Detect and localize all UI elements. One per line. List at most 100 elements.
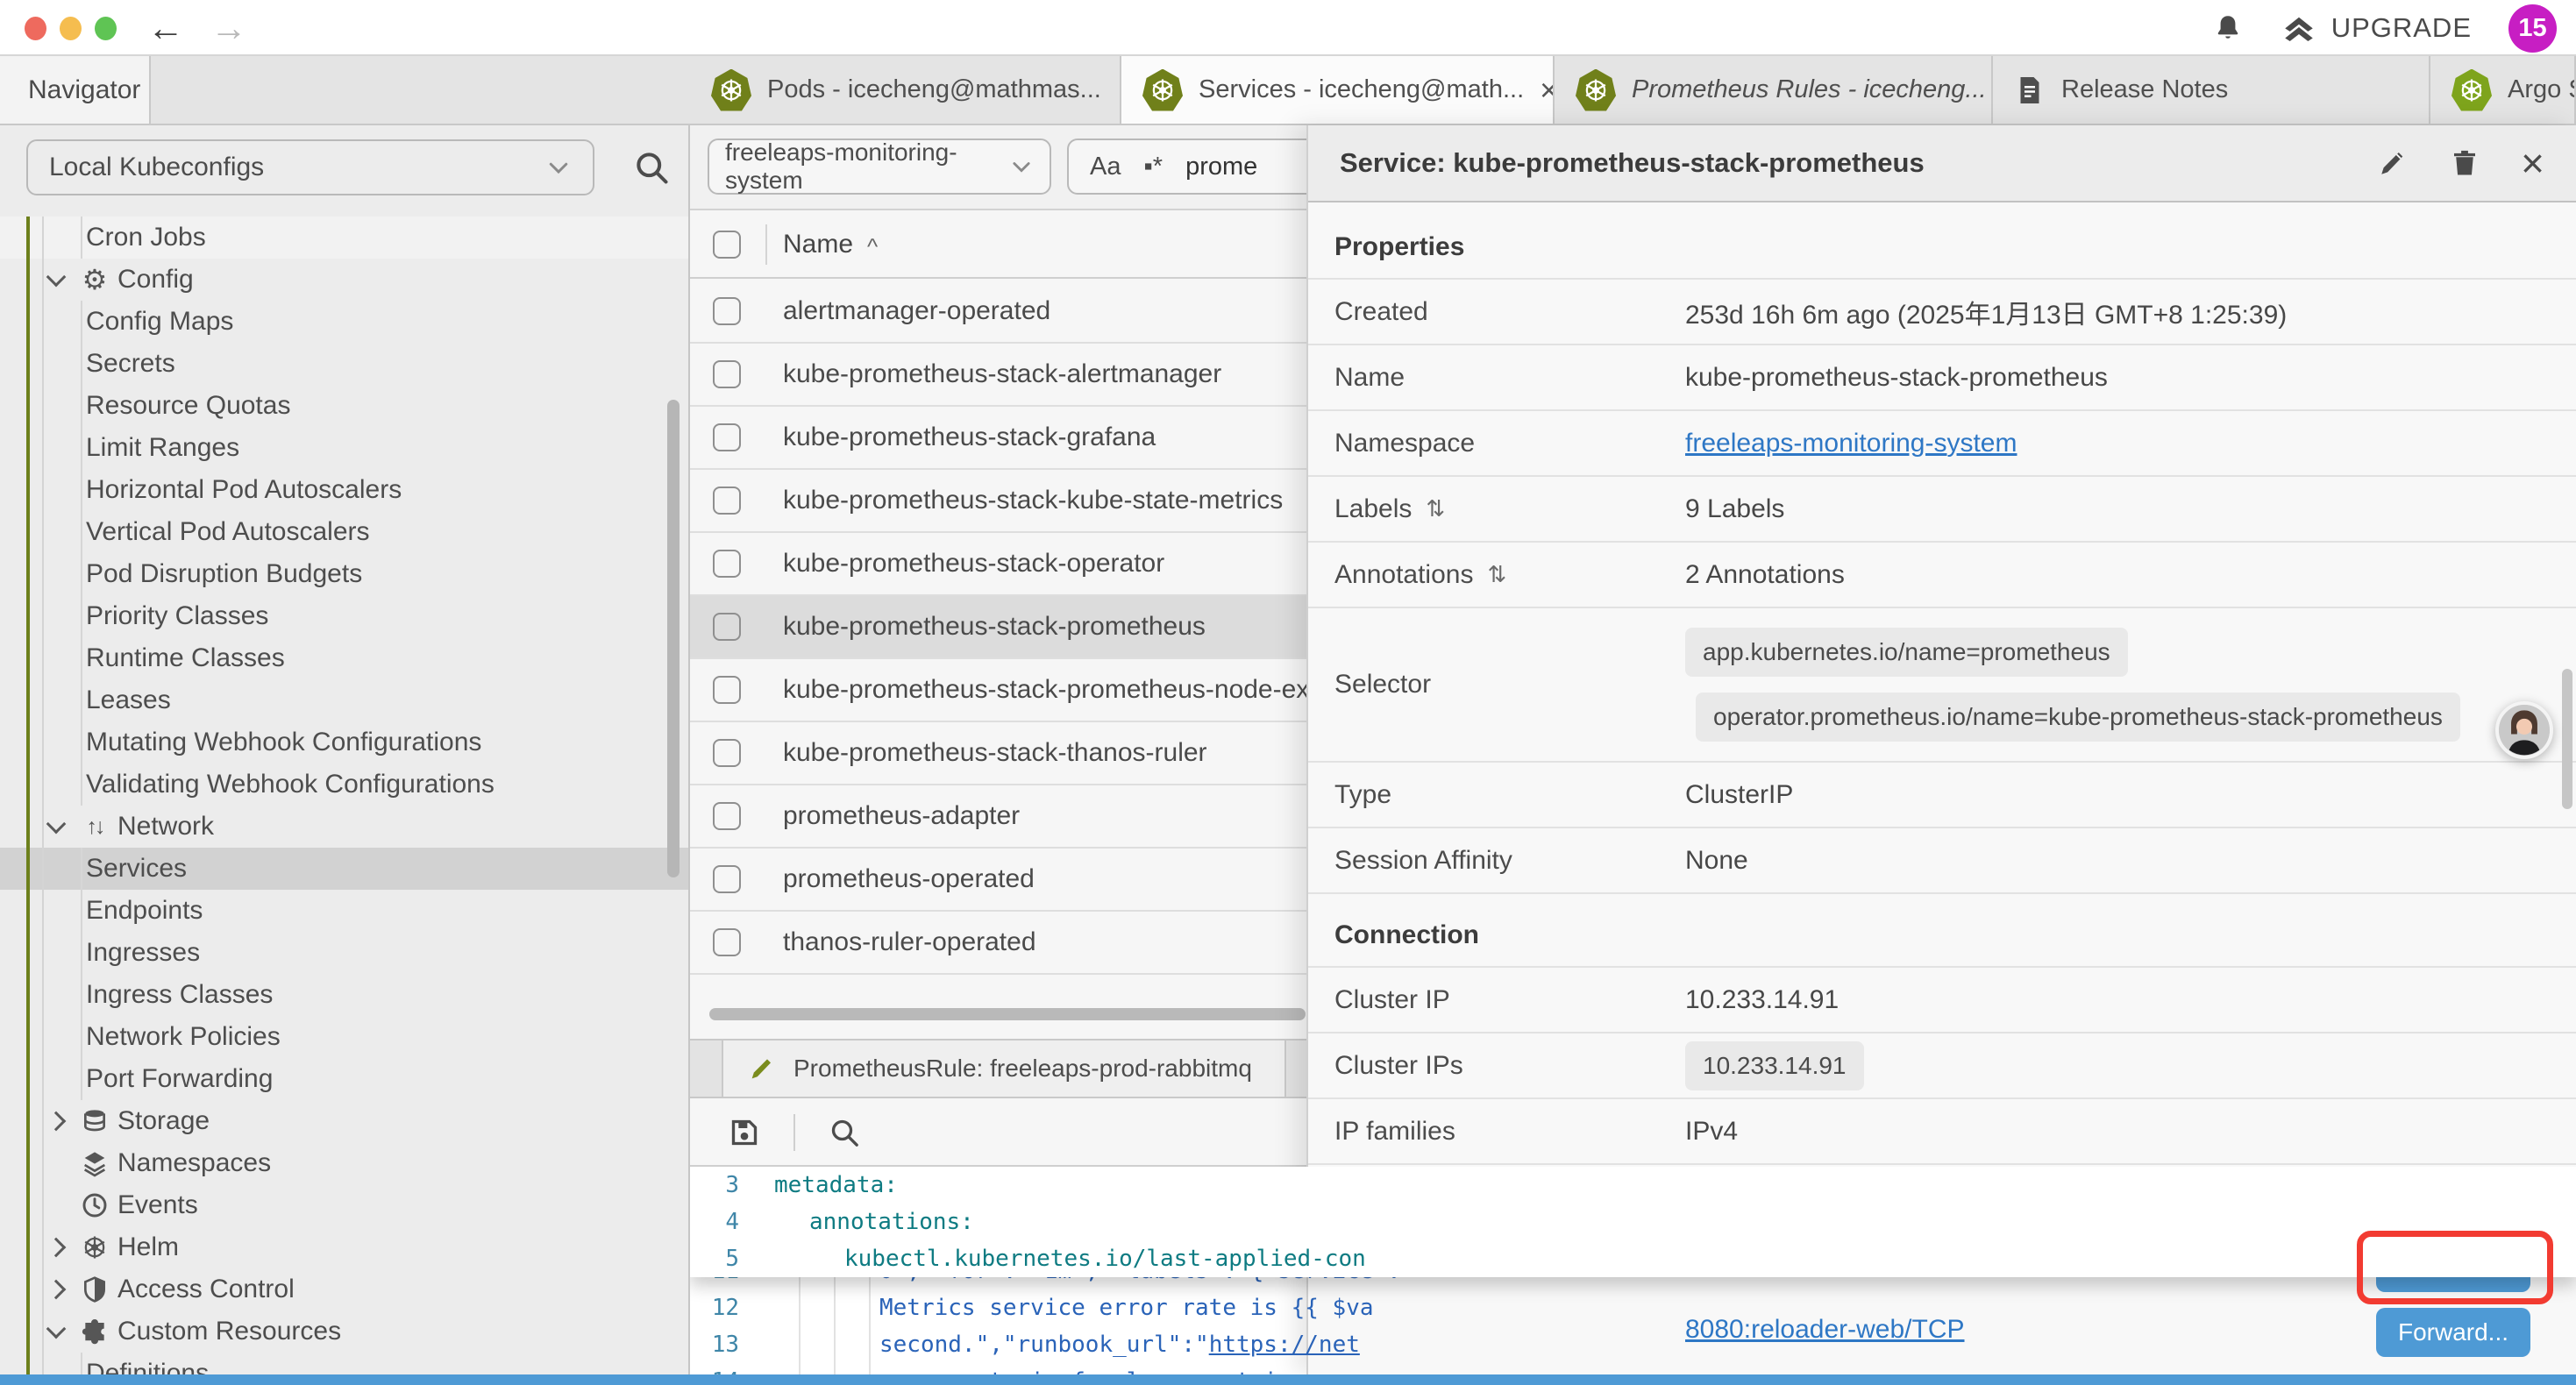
sidebar-item-access-control[interactable]: Access Control xyxy=(0,1268,688,1310)
sidebar-item-network-policies[interactable]: Network Policies xyxy=(0,1016,688,1058)
sidebar-item-priority-classes[interactable]: Priority Classes xyxy=(0,595,688,637)
save-icon[interactable] xyxy=(727,1115,762,1150)
panel-scrollbar[interactable] xyxy=(2562,669,2572,809)
edit-pencil-icon[interactable] xyxy=(2377,147,2409,179)
row-checkbox[interactable] xyxy=(713,297,741,325)
editor-tab-prometheusrule-freeleaps-prod-rabbitmq[interactable]: PrometheusRule: freeleaps-prod-rabbitmq xyxy=(722,1041,1286,1097)
sidebar-item-secrets[interactable]: Secrets xyxy=(0,343,688,385)
property-label-text: Namespace xyxy=(1334,429,1475,458)
kubernetes-icon xyxy=(1142,69,1183,111)
regex-toggle[interactable]: ▪* xyxy=(1143,153,1163,181)
name-column-header[interactable]: Name xyxy=(783,230,853,259)
row-checkbox[interactable] xyxy=(713,739,741,767)
row-checkbox[interactable] xyxy=(713,676,741,704)
sidebar-item-label: Pod Disruption Budgets xyxy=(86,559,362,589)
navigator-panel-tab[interactable]: Navigator xyxy=(0,56,151,124)
sidebar-item-vertical-pod-autoscalers[interactable]: Vertical Pod Autoscalers xyxy=(0,511,688,553)
sidebar-item-cron-jobs[interactable]: Cron Jobs xyxy=(0,217,688,259)
property-label-text: IP families xyxy=(1334,1117,1455,1147)
property-row-annotations: Annotations⇅2 Annotations xyxy=(1308,541,2576,607)
horizontal-scrollbar[interactable] xyxy=(709,1008,1306,1020)
namespaces-icon xyxy=(77,1146,112,1181)
sidebar-item-pod-disruption-budgets[interactable]: Pod Disruption Budgets xyxy=(0,553,688,595)
section-heading-properties: Properties xyxy=(1308,204,2576,278)
code-text: error rate in freeleaps metrics ser xyxy=(879,1368,1360,1374)
assistant-avatar[interactable] xyxy=(2495,701,2553,759)
sidebar-item-endpoints[interactable]: Endpoints xyxy=(0,890,688,932)
case-sensitive-toggle[interactable]: Aa xyxy=(1090,153,1121,181)
minimize-window-button[interactable] xyxy=(60,17,82,40)
app-tab-prometheus-rules-icecheng[interactable]: Prometheus Rules - icecheng... xyxy=(1555,56,1993,124)
forward-icon[interactable]: → xyxy=(210,2,247,54)
sidebar-item-port-forwarding[interactable]: Port Forwarding xyxy=(0,1058,688,1100)
row-checkbox[interactable] xyxy=(713,928,741,956)
zoom-window-button[interactable] xyxy=(95,17,117,40)
delete-trash-icon[interactable] xyxy=(2449,147,2480,179)
upgrade-button[interactable]: UPGRADE xyxy=(2281,10,2472,46)
kubeconfig-dropdown[interactable]: Local Kubeconfigs xyxy=(26,139,594,195)
notification-badge[interactable]: 15 xyxy=(2508,4,2557,53)
close-window-button[interactable] xyxy=(25,17,46,40)
chevron-right-icon[interactable] xyxy=(46,1112,67,1132)
sidebar-item-ingress-classes[interactable]: Ingress Classes xyxy=(0,974,688,1016)
sidebar-item-label: Config xyxy=(117,265,194,295)
sidebar-item-namespaces[interactable]: Namespaces xyxy=(0,1142,688,1184)
kubeconfig-dropdown-value: Local Kubeconfigs xyxy=(49,153,264,182)
select-all-checkbox[interactable] xyxy=(713,231,741,259)
sidebar-item-label: Resource Quotas xyxy=(86,391,290,421)
code-token: Metrics service error rate is {{ $va xyxy=(879,1295,1374,1321)
property-label: Created xyxy=(1334,297,1685,327)
chevron-right-icon[interactable] xyxy=(46,1238,67,1258)
sidebar-item-definitions[interactable]: Definitions xyxy=(0,1353,688,1374)
back-icon[interactable]: ← xyxy=(147,2,184,54)
row-checkbox[interactable] xyxy=(713,550,741,578)
service-name: alertmanager-operated xyxy=(783,296,1050,326)
yaml-editor[interactable]: 110", "for": "1m", "labels": {"service":… xyxy=(690,1165,2576,1374)
code-token: second.","runbook_url":" xyxy=(879,1332,1209,1358)
chevron-right-icon[interactable] xyxy=(46,1280,67,1300)
namespace-link[interactable]: freeleaps-monitoring-system xyxy=(1685,429,2017,458)
code-token[interactable]: https://net xyxy=(1209,1332,1360,1358)
expand-toggle-icon[interactable]: ⇅ xyxy=(1487,561,1506,588)
sidebar-scrollbar[interactable] xyxy=(667,400,680,877)
expand-toggle-icon[interactable]: ⇅ xyxy=(1426,495,1445,522)
sidebar-item-storage[interactable]: Storage xyxy=(0,1100,688,1142)
sidebar-item-events[interactable]: Events xyxy=(0,1184,688,1226)
sidebar-item-network[interactable]: ↑↓Network xyxy=(0,806,688,848)
sidebar-item-leases[interactable]: Leases xyxy=(0,679,688,721)
chevron-down-icon[interactable] xyxy=(46,1319,67,1339)
sidebar-item-helm[interactable]: Helm xyxy=(0,1226,688,1268)
namespace-dropdown[interactable]: freeleaps-monitoring-system xyxy=(708,138,1051,195)
close-icon[interactable]: × xyxy=(2521,143,2544,183)
sidebar-item-resource-quotas[interactable]: Resource Quotas xyxy=(0,385,688,427)
row-checkbox[interactable] xyxy=(713,423,741,451)
app-tab-pods-icecheng-mathmas[interactable]: Pods - icecheng@mathmas... xyxy=(690,56,1121,124)
close-icon[interactable]: × xyxy=(1540,75,1555,106)
chevron-down-icon[interactable] xyxy=(46,814,67,835)
sidebar-item-custom-resources[interactable]: Custom Resources xyxy=(0,1310,688,1353)
bell-icon[interactable] xyxy=(2212,12,2244,44)
app-tab-argo-se[interactable]: Argo Se xyxy=(2430,56,2576,124)
row-checkbox[interactable] xyxy=(713,360,741,388)
app-tab-services-icecheng-math[interactable]: Services - icecheng@math...× xyxy=(1121,56,1555,124)
sidebar-item-limit-ranges[interactable]: Limit Ranges xyxy=(0,427,688,469)
property-row-session-affinity: Session AffinityNone xyxy=(1308,827,2576,892)
row-checkbox[interactable] xyxy=(713,802,741,830)
chevron-down-icon[interactable] xyxy=(46,267,67,288)
titlebar: ← → UPGRADE 15 xyxy=(0,0,2576,56)
sidebar-item-config[interactable]: ⚙Config xyxy=(0,259,688,301)
sidebar-item-horizontal-pod-autoscalers[interactable]: Horizontal Pod Autoscalers xyxy=(0,469,688,511)
sidebar-item-runtime-classes[interactable]: Runtime Classes xyxy=(0,637,688,679)
sidebar-search-icon[interactable] xyxy=(632,148,671,187)
row-checkbox[interactable] xyxy=(713,487,741,515)
sidebar-item-validating-webhook-configurations[interactable]: Validating Webhook Configurations xyxy=(0,764,688,806)
row-checkbox[interactable] xyxy=(713,865,741,893)
row-checkbox[interactable] xyxy=(713,613,741,641)
sidebar-item-config-maps[interactable]: Config Maps xyxy=(0,301,688,343)
sort-asc-icon[interactable]: ^ xyxy=(867,233,878,260)
sidebar-item-mutating-webhook-configurations[interactable]: Mutating Webhook Configurations xyxy=(0,721,688,764)
sidebar-item-services[interactable]: Services xyxy=(0,848,688,890)
sidebar-item-ingresses[interactable]: Ingresses xyxy=(0,932,688,974)
editor-search-icon[interactable] xyxy=(827,1115,862,1150)
app-tab-release-notes[interactable]: Release Notes xyxy=(1993,56,2430,124)
